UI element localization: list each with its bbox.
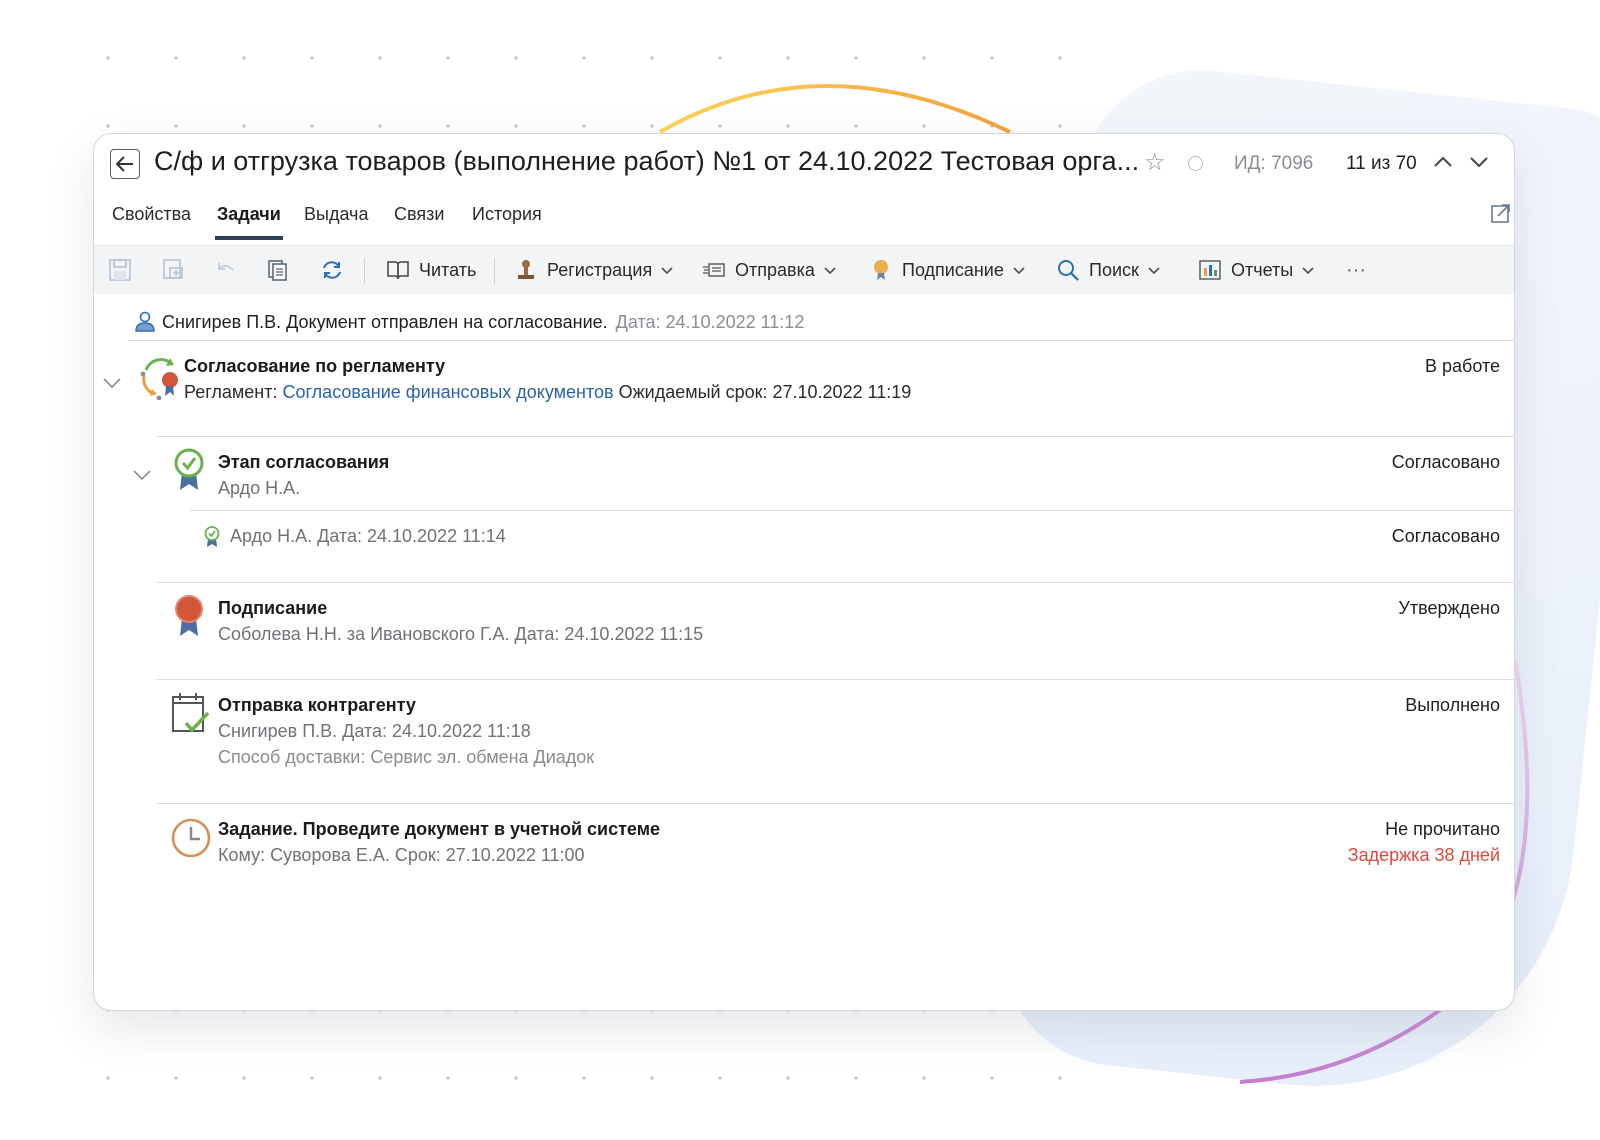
status-circle-icon[interactable] — [1188, 156, 1203, 171]
document-card-window: С/ф и отгрузка товаров (выполнение работ… — [93, 133, 1515, 1011]
chevron-down-icon — [1302, 267, 1314, 275]
task-signing[interactable]: Подписание Соболева Н.Н. за Ивановского … — [94, 582, 1514, 680]
delivery-method: Способ доставки: Сервис эл. обмена Диадо… — [218, 747, 595, 767]
search-icon — [1058, 260, 1079, 281]
book-icon — [387, 261, 409, 280]
more-button[interactable]: ··· — [1346, 246, 1366, 294]
toolbar-separator — [364, 258, 365, 284]
chart-icon — [1199, 260, 1221, 280]
save-icon — [109, 259, 131, 281]
undo-icon — [218, 263, 234, 271]
copy-icon — [268, 260, 287, 281]
document-title: С/ф и отгрузка товаров (выполнение работ… — [154, 146, 1140, 176]
star-icon[interactable]: ☆ — [1144, 148, 1166, 177]
title-row: С/ф и отгрузка товаров (выполнение работ… — [94, 134, 1514, 194]
registration-dropdown[interactable]: Регистрация — [514, 246, 674, 294]
status-label: Не прочитано — [1385, 819, 1500, 839]
task-performer: Снигирев П.В. Дата: 24.10.2022 11:18 — [218, 721, 531, 741]
clock-icon — [171, 818, 211, 858]
save-plus-icon — [163, 259, 183, 279]
undo-button[interactable] — [214, 246, 238, 294]
sender-date: Дата: 24.10.2022 11:12 — [615, 312, 805, 332]
status-label: Выполнено — [1405, 695, 1500, 715]
user-icon — [135, 311, 155, 332]
task-approval-stage[interactable]: Этап согласования Ардо Н.А. Согласовано — [94, 436, 1514, 512]
chevron-down-icon — [824, 267, 836, 275]
signing-label: Подписание — [902, 259, 1004, 280]
task-reglament-info: Регламент: Согласование финансовых докум… — [184, 382, 911, 403]
tasks-panel: Снигирев П.В. Документ отправлен на согл… — [94, 294, 1514, 1010]
approved-badge-icon — [204, 526, 220, 547]
task-send-to-counterparty[interactable]: Отправка контрагенту Снигирев П.В. Дата:… — [94, 679, 1514, 803]
record-counter: 11 из 70 — [1346, 153, 1417, 174]
chevron-down-icon — [661, 267, 673, 275]
read-label: Читать — [419, 259, 477, 280]
task-reglament[interactable]: Согласование по регламенту Регламент: Со… — [94, 340, 1514, 438]
popout-icon[interactable] — [1490, 202, 1512, 224]
signing-dropdown[interactable]: Подписание — [869, 246, 1026, 294]
task-title: Согласование по регламенту — [184, 356, 446, 376]
chevron-down-icon — [1148, 267, 1160, 275]
toolbar: Читать Регистрация Отправка Подписание П… — [94, 245, 1514, 294]
arrow-left-icon — [116, 156, 133, 172]
sender-text: Снигирев П.В. Документ отправлен на согл… — [162, 312, 608, 332]
refresh-icon — [323, 261, 341, 279]
task-title: Отправка контрагенту — [218, 695, 416, 715]
status-label: Согласовано — [1391, 452, 1500, 472]
tab-links[interactable]: Связи — [394, 204, 444, 239]
chevron-down-icon — [1013, 267, 1025, 275]
send-label: Отправка — [735, 259, 815, 280]
refresh-button[interactable] — [320, 246, 344, 294]
copy-button[interactable] — [266, 246, 290, 294]
task-approval-substep[interactable]: Ардо Н.А. Дата: 24.10.2022 11:14 Согласо… — [94, 510, 1514, 582]
task-title: Этап согласования — [218, 452, 390, 472]
read-button[interactable]: Читать — [386, 246, 476, 294]
tab-history[interactable]: История — [472, 204, 542, 239]
chevron-down-icon[interactable] — [132, 468, 152, 482]
task-title: Задание. Проведите документ в учетной си… — [218, 819, 661, 839]
save-as-button[interactable] — [162, 246, 186, 294]
tab-tasks[interactable]: Задачи — [215, 204, 283, 240]
task-title: Подписание — [218, 598, 328, 618]
back-button[interactable] — [110, 149, 140, 179]
registration-label: Регистрация — [547, 259, 653, 280]
search-dropdown[interactable]: Поиск — [1056, 246, 1161, 294]
status-label: В работе — [1424, 356, 1500, 376]
task-assignee: Кому: Суворова Е.А. Срок: 27.10.2022 11:… — [218, 845, 585, 865]
status-label: Утверждено — [1398, 598, 1500, 618]
stamp-icon — [518, 260, 534, 279]
task-assignment[interactable]: Задание. Проведите документ в учетной си… — [94, 803, 1514, 903]
reglament-link[interactable]: Согласование финансовых документов — [283, 382, 614, 402]
seal-icon — [874, 260, 888, 280]
tab-bar: Свойства Задачи Выдача Связи История — [94, 204, 1514, 244]
status-label: Согласовано — [1391, 526, 1500, 546]
chevron-down-icon[interactable] — [1466, 149, 1492, 175]
chevron-down-icon[interactable] — [102, 376, 122, 390]
tab-issuance[interactable]: Выдача — [304, 204, 368, 239]
chevron-up-icon[interactable] — [1430, 149, 1456, 175]
reglament-label: Регламент: — [184, 382, 278, 402]
document-id: ИД: 7096 — [1234, 153, 1314, 174]
delay-label: Задержка 38 дней — [1347, 845, 1500, 865]
substep-info: Ардо Н.А. Дата: 24.10.2022 11:14 — [230, 526, 506, 546]
approved-badge-icon — [174, 448, 204, 490]
seal-icon — [175, 595, 203, 636]
calendar-check-icon — [172, 693, 210, 733]
search-label: Поиск — [1089, 259, 1139, 280]
task-performer: Ардо Н.А. — [218, 478, 301, 498]
tab-properties[interactable]: Свойства — [112, 204, 191, 239]
reports-label: Отчеты — [1231, 259, 1294, 280]
task-performer: Соболева Н.Н. за Ивановского Г.А. Дата: … — [218, 624, 704, 644]
reglament-due: Ожидаемый срок: 27.10.2022 11:19 — [618, 382, 912, 402]
workflow-icon — [140, 358, 178, 400]
reports-dropdown[interactable]: Отчеты — [1198, 246, 1315, 294]
send-icon — [703, 263, 725, 277]
sender-row: Снигирев П.В. Документ отправлен на согл… — [134, 310, 804, 333]
send-dropdown[interactable]: Отправка — [702, 246, 837, 294]
save-button[interactable] — [108, 246, 132, 294]
toolbar-separator — [494, 258, 495, 284]
